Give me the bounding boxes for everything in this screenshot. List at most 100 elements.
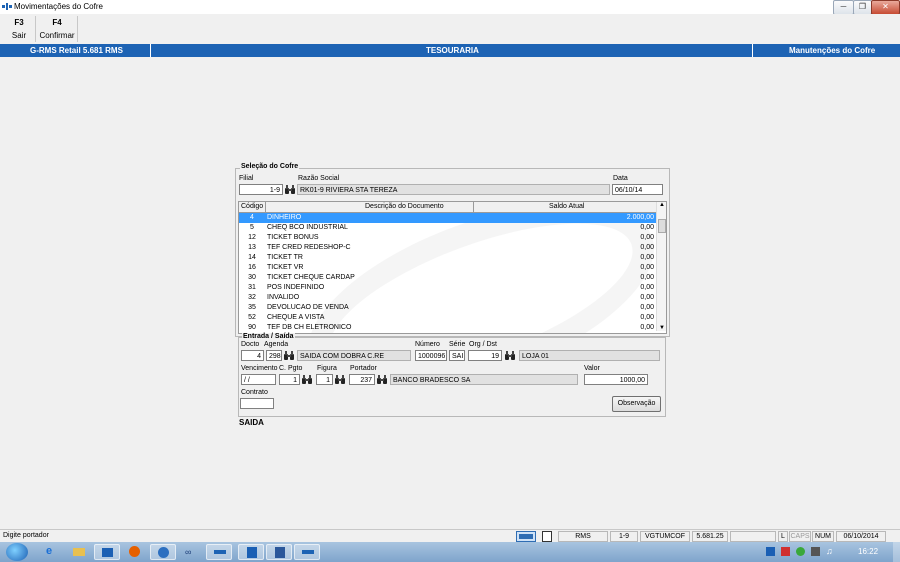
data-field[interactable]: 06/10/14 xyxy=(612,184,663,195)
row-codigo: 14 xyxy=(248,254,256,261)
header-screen: Manutenções do Cofre xyxy=(789,46,876,55)
grid-row[interactable]: 4 DINHEIRO 2.000,00 xyxy=(239,213,656,223)
org-label: Org / Dst xyxy=(469,341,498,348)
col-saldo[interactable]: Saldo Atual xyxy=(549,203,584,210)
taskbar-rms1[interactable] xyxy=(206,544,232,560)
cpgto-field[interactable]: 1 xyxy=(279,374,300,385)
row-descricao: TICKET VR xyxy=(267,264,304,271)
status-num: NUM xyxy=(812,531,834,542)
maximize-button[interactable]: ❐ xyxy=(853,0,872,15)
exit-key: F3 xyxy=(14,18,24,27)
start-button[interactable] xyxy=(6,543,28,561)
grid-row[interactable]: 30 TICKET CHEQUE CARDAP 0,00 xyxy=(239,273,656,283)
serie-field[interactable]: SAI xyxy=(449,350,465,361)
docto-field[interactable]: 4 xyxy=(241,350,264,361)
tray-network-icon[interactable] xyxy=(811,547,820,556)
binoculars-icon[interactable] xyxy=(285,185,295,194)
taskbar-lync[interactable] xyxy=(238,544,264,560)
binoculars-icon[interactable] xyxy=(284,351,294,360)
contrato-field[interactable] xyxy=(240,398,274,409)
portador-field[interactable]: 237 xyxy=(349,374,375,385)
rms-icon xyxy=(214,550,226,554)
exit-button[interactable]: F3 Sair xyxy=(6,18,32,42)
vencimento-field[interactable]: / / xyxy=(241,374,276,385)
grid-row[interactable]: 14 TICKET TR 0,00 xyxy=(239,253,656,263)
taskbar-word[interactable] xyxy=(266,544,292,560)
row-codigo: 31 xyxy=(248,284,256,291)
razao-field: RK01-9 RIVIERA STA TEREZA xyxy=(297,184,610,195)
binoculars-icon[interactable] xyxy=(335,375,345,384)
taskbar-app2[interactable]: ∞ xyxy=(178,544,204,560)
taskbar-firefox[interactable] xyxy=(122,544,148,560)
row-saldo: 0,00 xyxy=(640,244,654,251)
row-codigo: 90 xyxy=(248,324,256,331)
confirm-button[interactable]: F4 Confirmar xyxy=(38,18,76,42)
cofre-grid[interactable]: Código Descrição do Documento Saldo Atua… xyxy=(238,201,667,334)
grid-row[interactable]: 31 POS INDEFINIDO 0,00 xyxy=(239,283,656,293)
observacao-button[interactable]: Observação xyxy=(612,396,661,412)
grid-scrollbar[interactable]: ▲ ▼ xyxy=(656,202,666,331)
scroll-thumb[interactable] xyxy=(658,219,666,233)
close-button[interactable]: ✕ xyxy=(871,0,900,15)
confirm-label: Confirmar xyxy=(39,31,75,40)
firefox-icon xyxy=(129,546,140,557)
row-descricao: TEF DB CH ELETRONICO xyxy=(267,324,352,331)
grid-row[interactable]: 16 TICKET VR 0,00 xyxy=(239,263,656,273)
valor-field[interactable]: 1000,00 xyxy=(584,374,648,385)
grid-row[interactable]: 32 INVALIDO 0,00 xyxy=(239,293,656,303)
grid-row[interactable]: 12 TICKET BONUS 0,00 xyxy=(239,233,656,243)
col-descricao[interactable]: Descrição do Documento xyxy=(365,203,444,210)
row-descricao: POS INDEFINIDO xyxy=(267,284,325,291)
scroll-down-icon[interactable]: ▼ xyxy=(659,325,665,331)
header-divider xyxy=(150,44,151,57)
col-codigo[interactable]: Código xyxy=(241,203,263,210)
tray-alert-icon[interactable] xyxy=(781,547,790,556)
row-saldo: 0,00 xyxy=(640,284,654,291)
taskbar-ie[interactable]: e xyxy=(38,544,64,560)
taskbar-explorer[interactable] xyxy=(66,544,92,560)
column-divider xyxy=(473,202,474,212)
globe-icon xyxy=(158,547,169,558)
row-saldo: 0,00 xyxy=(640,224,654,231)
tray-status-icon[interactable] xyxy=(796,547,805,556)
selecao-group-title: Seleção do Cofre xyxy=(240,163,300,170)
figura-field[interactable]: 1 xyxy=(316,374,333,385)
row-codigo: 30 xyxy=(248,274,256,281)
org-field[interactable]: 19 xyxy=(468,350,502,361)
binoculars-icon[interactable] xyxy=(505,351,515,360)
serie-label: Série xyxy=(449,341,466,348)
minimize-button[interactable]: ─ xyxy=(833,0,854,15)
taskbar-outlook[interactable] xyxy=(94,544,120,560)
taskbar-rms2[interactable] xyxy=(294,544,320,560)
show-desktop-button[interactable] xyxy=(893,542,900,562)
row-saldo: 0,00 xyxy=(640,264,654,271)
vencimento-label: Vencimento xyxy=(241,365,278,372)
binoculars-icon[interactable] xyxy=(377,375,387,384)
app-icon xyxy=(2,3,12,10)
agenda-field[interactable]: 298 xyxy=(266,350,282,361)
title-bar: Movimentações do Cofre ─ ❐ ✕ xyxy=(0,0,900,15)
scroll-up-icon[interactable]: ▲ xyxy=(659,202,665,208)
numero-field[interactable]: 1000096 xyxy=(415,350,447,361)
binoculars-icon[interactable] xyxy=(302,375,312,384)
grid-row[interactable]: 90 TEF DB CH ELETRONICO 0,00 xyxy=(239,323,656,333)
row-saldo: 2.000,00 xyxy=(626,214,654,221)
grid-row[interactable]: 5 CHEQ BCO INDUSTRIAL 0,00 xyxy=(239,223,656,233)
link-icon: ∞ xyxy=(185,547,192,557)
figura-label: Figura xyxy=(317,365,337,372)
tray-outlook-icon[interactable] xyxy=(766,547,775,556)
tray-volume-icon[interactable]: ♫ xyxy=(826,546,833,556)
row-saldo: 0,00 xyxy=(640,254,654,261)
grid-row[interactable]: 13 TEF CRED REDESHOP-C 0,00 xyxy=(239,243,656,253)
taskbar-app1[interactable] xyxy=(150,544,176,560)
grid-header: Código Descrição do Documento Saldo Atua… xyxy=(239,202,656,213)
exit-label: Sair xyxy=(11,31,27,40)
status-version: 5.681.25 xyxy=(692,531,728,542)
grid-row[interactable]: 35 DEVOLUCAO DE VENDA 0,00 xyxy=(239,303,656,313)
row-codigo: 16 xyxy=(248,264,256,271)
row-saldo: 0,00 xyxy=(640,304,654,311)
filial-field[interactable]: 1-9 xyxy=(239,184,283,195)
grid-row[interactable]: 52 CHEQUE A VISTA 0,00 xyxy=(239,313,656,323)
status-caps: CAPS xyxy=(789,531,811,542)
taskbar-clock[interactable]: 16:22 xyxy=(858,547,878,556)
